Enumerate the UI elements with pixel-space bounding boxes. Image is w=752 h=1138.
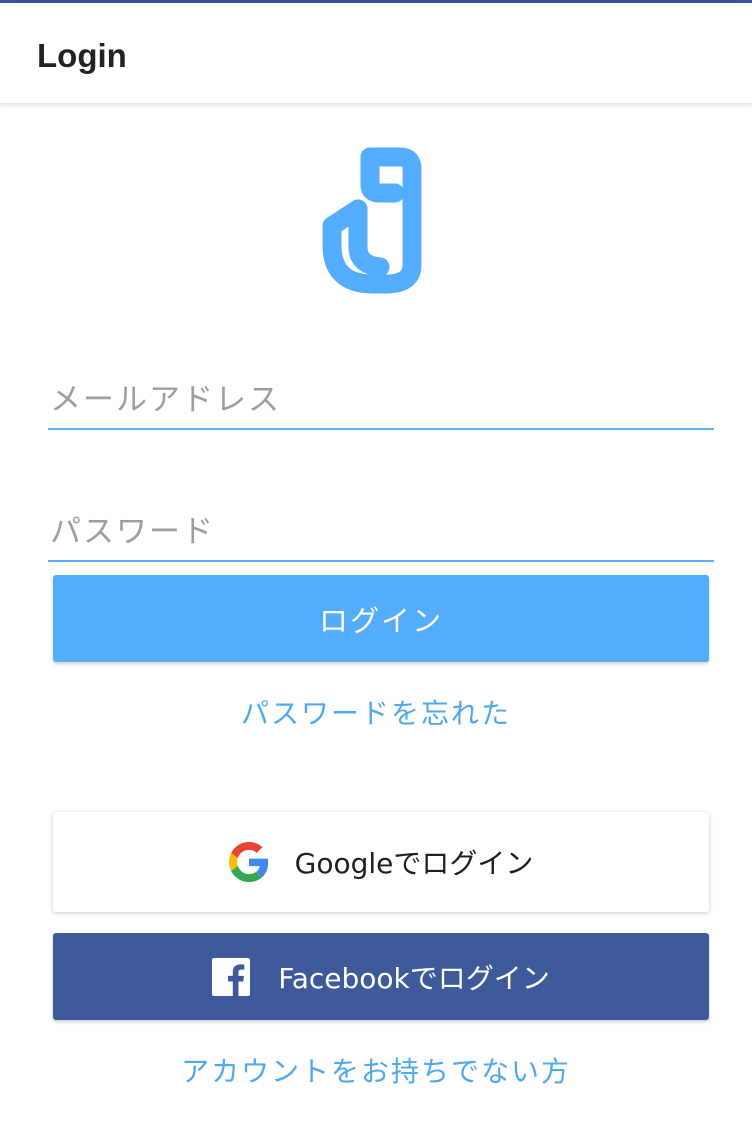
page-title: Login [37,37,127,74]
facebook-login-label: Facebookでログイン [278,961,550,995]
google-login-button[interactable]: Googleでログイン [53,812,709,912]
login-screen: Login ログイン パスワードを忘れた Googleでログイン Faceboo [0,0,752,1138]
password-input[interactable] [48,510,714,554]
google-icon [228,842,268,882]
login-button[interactable]: ログイン [53,575,709,662]
password-field[interactable] [48,504,714,562]
signup-link[interactable]: アカウントをお持ちでない方 [0,1048,752,1096]
google-login-label: Googleでログイン [294,847,534,880]
forgot-password-link[interactable]: パスワードを忘れた [0,690,752,738]
facebook-icon [212,957,251,996]
email-input[interactable] [48,378,714,422]
facebook-login-button[interactable]: Facebookでログイン [53,933,709,1020]
email-field[interactable] [48,372,714,430]
app-bar: Login [0,3,752,103]
login-button-label: ログイン [318,603,443,638]
brand-logo-icon [322,147,422,294]
